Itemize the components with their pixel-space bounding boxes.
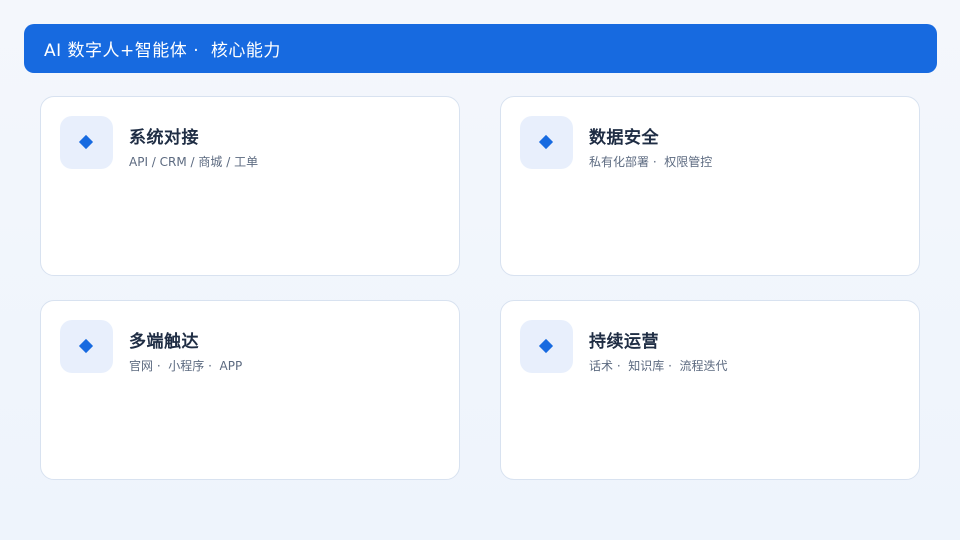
diamond-icon xyxy=(78,338,94,354)
card-subtitle: 话术 · 知识库 · 流程迭代 xyxy=(589,359,728,373)
card-title: 多端触达 xyxy=(129,332,199,352)
card-icon-box xyxy=(60,320,113,373)
capability-card-multi-channel: 多端触达 官网 · 小程序 · APP xyxy=(40,300,460,480)
diamond-icon xyxy=(538,338,554,354)
card-subtitle: 私有化部署 · 权限管控 xyxy=(589,155,713,169)
card-icon-box xyxy=(520,320,573,373)
card-icon-box xyxy=(520,116,573,169)
capability-card-data-security: 数据安全 私有化部署 · 权限管控 xyxy=(500,96,920,276)
capability-card-system-integration: 系统对接 API / CRM / 商城 / 工单 xyxy=(40,96,460,276)
card-subtitle: 官网 · 小程序 · APP xyxy=(129,359,243,373)
capability-card-continuous-operation: 持续运营 话术 · 知识库 · 流程迭代 xyxy=(500,300,920,480)
card-title: 数据安全 xyxy=(589,128,659,148)
header-bar: AI 数字人+智能体 · 核心能力 xyxy=(24,24,937,73)
card-title: 系统对接 xyxy=(129,128,199,148)
card-title: 持续运营 xyxy=(589,332,659,352)
diamond-icon xyxy=(78,134,94,150)
card-icon-box xyxy=(60,116,113,169)
page-title: AI 数字人+智能体 · 核心能力 xyxy=(44,41,281,61)
card-subtitle: API / CRM / 商城 / 工单 xyxy=(129,155,259,169)
diamond-icon xyxy=(538,134,554,150)
